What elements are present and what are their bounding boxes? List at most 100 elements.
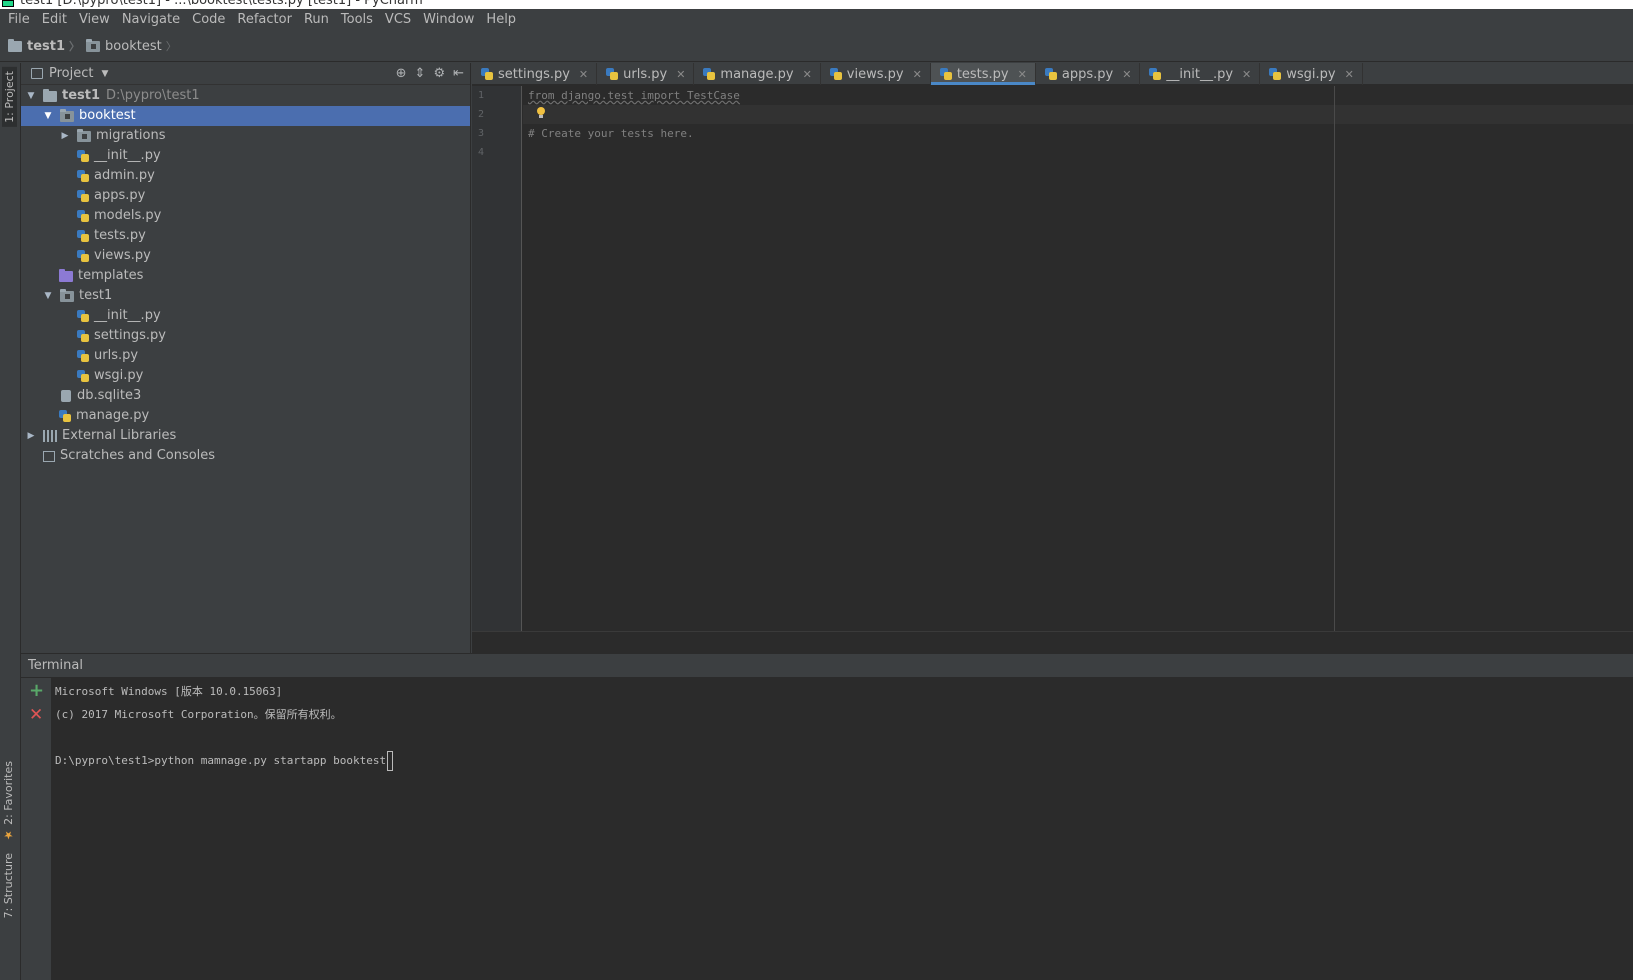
tree-item-file[interactable]: __init__.py [21,306,470,326]
expanded-arrow-icon[interactable]: ▼ [25,86,37,106]
close-icon[interactable]: ✕ [1122,68,1131,81]
menu-help[interactable]: Help [480,9,522,31]
locate-icon[interactable]: ⊕ [396,66,407,81]
breadcrumb-item-test1[interactable]: test1 〉 [8,38,80,54]
database-file-icon [60,389,72,403]
gear-icon[interactable]: ⚙ [433,66,445,81]
tree-item-file[interactable]: views.py [21,246,470,266]
horizontal-scrollbar[interactable] [472,631,1633,653]
tab-init[interactable]: __init__.py ✕ [1140,63,1261,85]
hide-panel-icon[interactable]: ⇤ [453,66,464,81]
tree-item-external-libraries[interactable]: ▶ External Libraries [21,426,470,446]
terminal-output[interactable]: Microsoft Windows [版本 10.0.15063] (c) 20… [52,678,1633,980]
close-icon[interactable]: ✕ [1242,68,1251,81]
code-line: # Create your tests here. [528,127,694,140]
python-file-icon [1044,67,1058,81]
menu-edit[interactable]: Edit [36,9,73,31]
tree-item-file[interactable]: manage.py [21,406,470,426]
package-folder-icon [60,108,74,122]
tree-item-templates[interactable]: templates [21,266,470,286]
tree-item-test1-package[interactable]: ▼ test1 [21,286,470,306]
code-editor[interactable]: from django.test import TestCase # Creat… [523,86,1633,631]
expanded-arrow-icon[interactable]: ▼ [42,106,54,126]
collapsed-arrow-icon[interactable]: ▶ [25,426,37,446]
tab-urls[interactable]: urls.py ✕ [597,63,695,85]
tree-item-label: migrations [96,128,166,143]
tree-item-label: db.sqlite3 [77,388,142,403]
menu-window[interactable]: Window [417,9,480,31]
breadcrumb-item-booktest[interactable]: booktest 〉 [86,38,177,54]
menu-run[interactable]: Run [298,9,335,31]
close-icon[interactable]: ✕ [579,68,588,81]
collapsed-arrow-icon[interactable]: ▶ [59,126,71,146]
code-line: from django.test import TestCase [528,89,740,102]
tree-item-label: __init__.py [94,308,161,323]
tree-item-label: test1 [79,288,113,303]
tab-label: manage.py [720,66,794,82]
menu-file[interactable]: File [2,9,36,31]
chevron-down-icon[interactable]: ▼ [101,69,108,79]
collapse-all-icon[interactable]: ⇕ [415,66,426,81]
tree-item-file[interactable]: apps.py [21,186,470,206]
menu-vcs[interactable]: VCS [379,9,417,31]
tree-item-file[interactable]: wsgi.py [21,366,470,386]
close-icon[interactable]: ✕ [913,68,922,81]
star-icon: ★ [2,828,15,842]
folder-icon [43,88,57,102]
project-panel-title[interactable]: Project [49,66,93,81]
expanded-arrow-icon[interactable]: ▼ [42,286,54,306]
tab-tests[interactable]: tests.py ✕ [930,63,1036,85]
tree-item-file[interactable]: models.py [21,206,470,226]
close-icon[interactable]: ✕ [676,68,685,81]
project-panel-tools: ⊕ ⇕ ⚙ ⇤ [396,66,464,81]
close-icon[interactable]: ✕ [1018,68,1027,81]
menu-tools[interactable]: Tools [335,9,379,31]
menu-navigate[interactable]: Navigate [116,9,186,31]
tree-item-label: models.py [94,208,162,223]
tree-item-file[interactable]: db.sqlite3 [21,386,470,406]
menu-refactor[interactable]: Refactor [231,9,298,31]
tree-item-file[interactable]: admin.py [21,166,470,186]
tree-item-label: settings.py [94,328,166,343]
terminal-toolbar: + ✕ [21,678,52,980]
python-file-icon [77,249,90,263]
tab-settings[interactable]: settings.py ✕ [472,63,598,85]
tab-apps[interactable]: apps.py ✕ [1036,63,1141,85]
terminal-header: Terminal [21,653,1633,678]
tab-label: urls.py [623,66,668,82]
tree-item-file[interactable]: __init__.py [21,146,470,166]
tab-views[interactable]: views.py ✕ [821,63,931,85]
add-icon[interactable]: + [29,682,44,700]
tree-item-label: Scratches and Consoles [60,448,216,463]
project-tree: ▼ test1 D:\pypro\test1 ▼ booktest ▶ migr… [21,85,470,466]
tab-manage[interactable]: manage.py ✕ [694,63,821,85]
favorites-tool-tab[interactable]: ★ 2: Favorites [2,761,15,841]
project-tool-tab[interactable]: 1: Project [2,67,17,127]
tree-item-label: views.py [94,248,151,263]
close-icon[interactable]: ✕ [1345,68,1354,81]
python-file-icon [606,67,619,81]
tree-item-migrations[interactable]: ▶ migrations [21,126,470,146]
lightbulb-icon[interactable] [536,106,546,120]
python-file-icon [1149,67,1162,81]
menu-view[interactable]: View [73,9,116,31]
tab-label: views.py [846,66,904,82]
line-number: 2 [478,109,485,120]
close-icon[interactable]: ✕ [803,68,812,81]
close-session-icon[interactable]: ✕ [29,706,43,724]
menu-code[interactable]: Code [186,9,231,31]
python-file-icon [703,67,716,81]
tree-item-file[interactable]: settings.py [21,326,470,346]
breadcrumb-label: booktest [105,38,162,54]
tree-item-scratches[interactable]: Scratches and Consoles [21,446,470,466]
tree-item-file[interactable]: tests.py [21,226,470,246]
tree-item-test1[interactable]: ▼ test1 D:\pypro\test1 [21,86,470,106]
chevron-right-icon: 〉 [165,40,177,53]
tree-item-file[interactable]: urls.py [21,346,470,366]
window-title-bar: test1 [D:\pypro\test1] - ...\booktest\te… [0,0,1633,9]
tab-label: tests.py [956,66,1009,82]
tree-item-booktest[interactable]: ▼ booktest [21,106,470,126]
structure-tool-tab[interactable]: 7: Structure [2,853,15,918]
chevron-right-icon: 〉 [69,40,81,53]
tab-wsgi[interactable]: wsgi.py ✕ [1260,63,1363,85]
